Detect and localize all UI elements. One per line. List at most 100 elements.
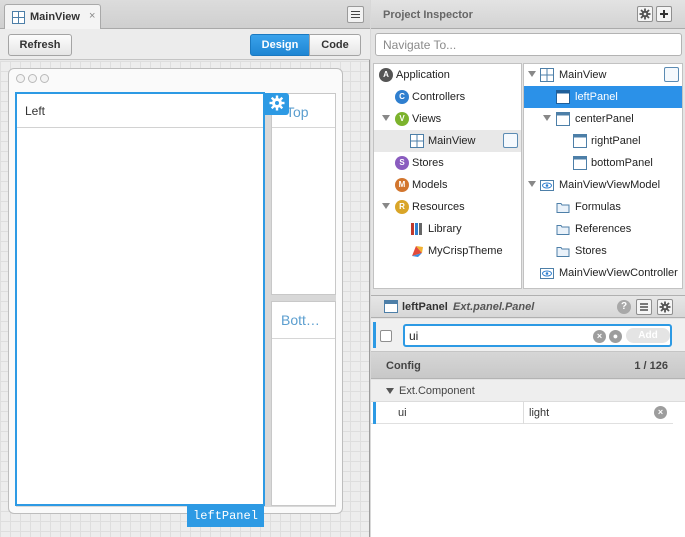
tree-item-label: Stores xyxy=(412,157,444,169)
document-tab-bar: MainView × xyxy=(0,0,370,29)
tree-item-mainview[interactable]: MainView xyxy=(374,130,521,152)
property-value[interactable]: light xyxy=(529,407,549,419)
panel-grid-icon xyxy=(12,11,25,24)
canvas-toolbar: Refresh Design Code xyxy=(0,29,370,60)
tree-item-label: MyCrispTheme xyxy=(428,245,503,257)
expand-arrow-icon[interactable] xyxy=(528,181,536,187)
design-mode-button[interactable]: Design xyxy=(250,34,310,56)
expand-arrow-icon[interactable] xyxy=(528,71,536,77)
navigate-to-input[interactable] xyxy=(375,33,682,56)
property-group-row[interactable]: Ext.Component xyxy=(371,380,685,402)
tree-item-formulas[interactable]: Formulas xyxy=(524,196,682,218)
folder-icon xyxy=(556,225,570,235)
tree-item-label: rightPanel xyxy=(591,135,641,147)
folder-icon xyxy=(556,203,570,213)
filter-checkbox[interactable] xyxy=(380,330,392,342)
property-view-toggle-button[interactable] xyxy=(636,299,652,315)
expand-arrow-icon[interactable] xyxy=(543,115,551,121)
config-count: 1 / 126 xyxy=(634,360,668,372)
document-tab-mainview[interactable]: MainView × xyxy=(4,4,101,29)
window-dot-icon xyxy=(28,74,37,83)
tree-item-application[interactable]: A Application xyxy=(374,64,521,86)
project-inspector-pane: Project Inspector A Application xyxy=(371,0,685,537)
tree-item-label: Resources xyxy=(412,201,465,213)
menu-line-icon xyxy=(351,11,360,12)
bottom-panel-title: Bott… xyxy=(281,312,320,328)
tree-item-references[interactable]: References xyxy=(524,218,682,240)
tree-item-controllers[interactable]: C Controllers xyxy=(374,86,521,108)
tree-item-label: Models xyxy=(412,179,448,191)
property-list: Ext.Component ui light × xyxy=(371,380,685,537)
tree-item-centerpanel[interactable]: centerPanel xyxy=(524,108,682,130)
tree-item-label: Application xyxy=(396,69,450,81)
collapse-arrow-icon[interactable] xyxy=(386,388,394,394)
tree-item-models[interactable]: M Models xyxy=(374,174,521,196)
tree-item-bottompanel[interactable]: bottomPanel xyxy=(524,152,682,174)
tree-item-leftpanel[interactable]: leftPanel xyxy=(524,86,682,108)
tree-item-library[interactable]: Library xyxy=(374,218,521,240)
tree-item-label: Library xyxy=(428,223,462,235)
tree-item-mainviewviewcontroller[interactable]: MainViewViewController xyxy=(524,262,682,284)
component-settings-button[interactable] xyxy=(265,93,289,115)
tree-item-mycrisptheme[interactable]: MyCrispTheme xyxy=(374,240,521,262)
panel-icon xyxy=(556,112,570,126)
tree-item-label: MainViewViewModel xyxy=(559,179,661,191)
property-row[interactable]: ui light × xyxy=(371,402,673,424)
window-dot-icon xyxy=(16,74,25,83)
refresh-button[interactable]: Refresh xyxy=(8,34,72,56)
inspector-settings-button[interactable] xyxy=(637,6,653,22)
tree-item-resources[interactable]: R Resources xyxy=(374,196,521,218)
tree-item-label: Stores xyxy=(575,245,607,257)
tree-item-label: centerPanel xyxy=(575,113,634,125)
letter-c-icon: C xyxy=(395,90,409,104)
viewmodel-icon xyxy=(540,180,554,191)
close-tab-icon[interactable]: × xyxy=(89,10,95,22)
panel-menu-button[interactable] xyxy=(347,6,364,23)
tree-item-rightpanel[interactable]: rightPanel xyxy=(524,130,682,152)
gear-icon xyxy=(639,8,651,20)
bottom-panel[interactable]: Bott… xyxy=(271,301,336,506)
document-tab-label: MainView xyxy=(30,11,80,23)
expand-arrow-icon[interactable] xyxy=(382,203,390,209)
tree-item-views[interactable]: V Views xyxy=(374,108,521,130)
library-icon xyxy=(411,223,422,235)
lock-icon[interactable]: ● xyxy=(609,330,622,343)
menu-line-icon xyxy=(351,17,360,18)
property-filter-input[interactable] xyxy=(409,328,579,344)
window-dot-icon xyxy=(40,74,49,83)
letter-v-icon: V xyxy=(395,112,409,126)
bottom-panel-header: Bott… xyxy=(272,302,335,339)
property-group-label: Ext.Component xyxy=(399,385,475,397)
properties-settings-button[interactable] xyxy=(657,299,673,315)
add-item-button[interactable] xyxy=(656,6,672,22)
refresh-icon[interactable] xyxy=(664,67,679,82)
active-row-marker xyxy=(373,322,376,348)
add-property-button[interactable]: Add xyxy=(626,328,670,343)
tree-item-label: bottomPanel xyxy=(591,157,653,169)
column-divider xyxy=(523,402,524,424)
tree-item-stores-vm[interactable]: Stores xyxy=(524,240,682,262)
help-icon[interactable]: ? xyxy=(617,300,631,314)
tree-item-mainview-root[interactable]: MainView xyxy=(524,64,682,86)
top-panel[interactable]: Top xyxy=(271,93,336,295)
inspector-title: Project Inspector xyxy=(383,9,473,21)
active-row-marker xyxy=(373,402,376,424)
left-panel-header: Left xyxy=(17,94,263,128)
tree-item-label: leftPanel xyxy=(575,91,618,103)
property-filter-field[interactable]: × ● Add xyxy=(403,324,672,347)
config-section-bar: Config 1 / 126 xyxy=(371,352,685,379)
clear-icon[interactable]: × xyxy=(593,330,606,343)
tree-item-label: Formulas xyxy=(575,201,621,213)
controller-icon xyxy=(540,268,554,279)
clear-value-icon[interactable]: × xyxy=(654,406,667,419)
left-panel-selected[interactable]: Left xyxy=(15,92,265,506)
refresh-icon[interactable] xyxy=(503,133,518,148)
tree-item-mainviewviewmodel[interactable]: MainViewViewModel xyxy=(524,174,682,196)
code-mode-button[interactable]: Code xyxy=(309,34,361,56)
component-tree: MainView leftPanel centerPanel rightPane… xyxy=(523,63,683,289)
theme-icon xyxy=(412,246,423,257)
tree-item-stores[interactable]: S Stores xyxy=(374,152,521,174)
expand-arrow-icon[interactable] xyxy=(382,115,390,121)
property-name: ui xyxy=(398,407,407,419)
panel-grid-icon xyxy=(410,134,424,148)
